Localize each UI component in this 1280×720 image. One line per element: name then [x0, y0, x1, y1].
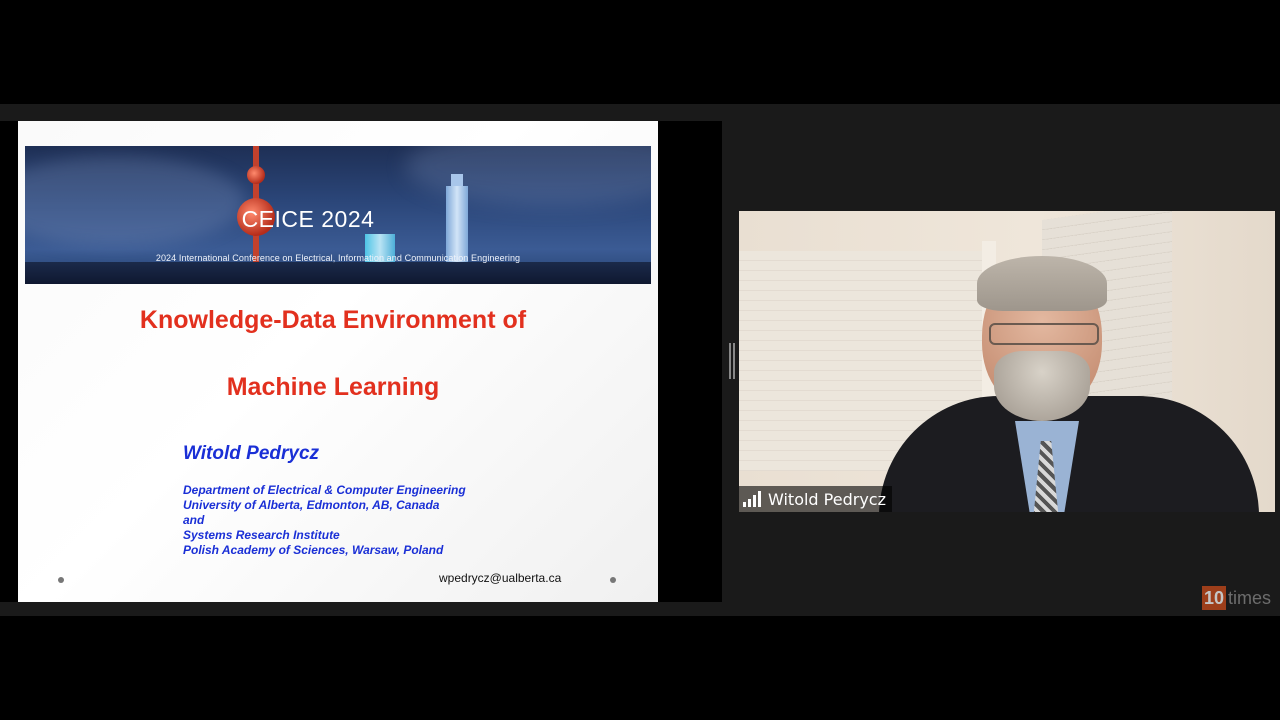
watermark-number: 10 — [1202, 586, 1227, 610]
affiliation-line: Department of Electrical & Computer Engi… — [183, 483, 466, 497]
top-black-bar — [0, 0, 1280, 104]
conference-banner: CEICE 2024 2024 International Conference… — [25, 146, 651, 284]
speaker-glasses — [989, 323, 1099, 345]
affiliation-line: Polish Academy of Sciences, Warsaw, Pola… — [183, 543, 444, 557]
speaker-beard — [994, 351, 1090, 421]
speaker-hair — [977, 256, 1107, 311]
watermark-logo: 10 times — [1202, 586, 1271, 610]
slide-bullet-dot — [610, 577, 616, 583]
city-skyline — [25, 262, 651, 284]
affiliation-line: Systems Research Institute — [183, 528, 340, 542]
slide-author: Witold Pedrycz — [183, 443, 320, 464]
split-view-resize-handle[interactable] — [729, 343, 735, 379]
slide-title-line1: Knowledge-Data Environment of — [139, 306, 527, 334]
bottom-black-bar — [0, 616, 1280, 720]
watermark-text: times — [1228, 587, 1272, 608]
affiliation-line: University of Alberta, Edmonton, AB, Can… — [183, 498, 440, 512]
participant-video[interactable] — [739, 211, 1275, 512]
slide-email: wpedrycz@ualberta.ca — [439, 571, 562, 585]
participant-name-tag: Witold Pedrycz — [739, 486, 892, 512]
signal-strength-icon — [743, 491, 761, 507]
banner-subtitle: 2024 International Conference on Electri… — [155, 253, 521, 263]
presentation-slide: CEICE 2024 2024 International Conference… — [18, 121, 658, 602]
affiliation-line: and — [183, 513, 205, 527]
slide-title-line2: Machine Learning — [226, 373, 440, 401]
slide-bullet-dot — [58, 577, 64, 583]
banner-cloud — [405, 146, 651, 206]
participant-name: Witold Pedrycz — [768, 489, 886, 509]
banner-title: CEICE 2024 — [241, 206, 375, 232]
tower-illustration — [247, 166, 265, 184]
slide-affiliation: Department of Electrical & Computer Engi… — [183, 483, 466, 558]
